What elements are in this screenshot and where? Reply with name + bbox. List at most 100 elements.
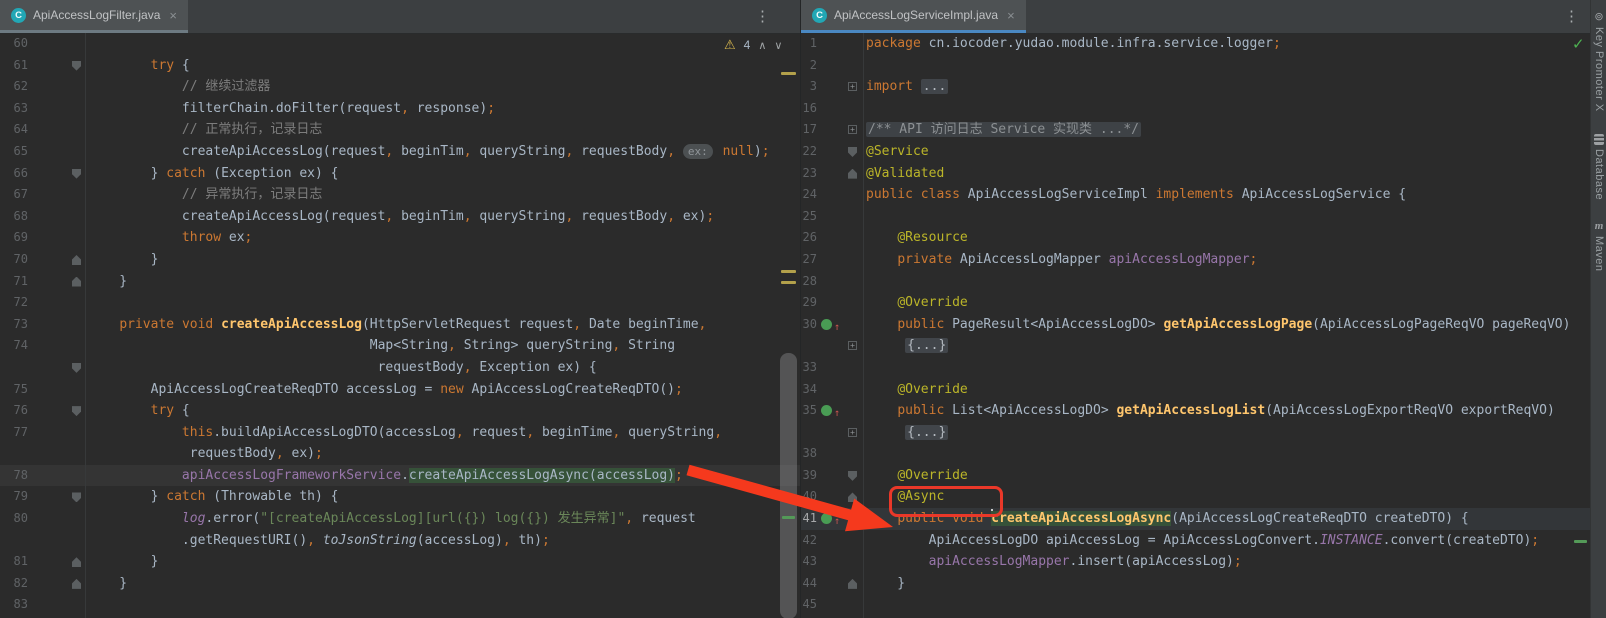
code-line[interactable]: 69 throw ex; <box>0 227 800 249</box>
fold-open-icon[interactable] <box>848 471 857 481</box>
fold-open-icon[interactable] <box>72 406 81 416</box>
line-number: 65 <box>0 141 28 163</box>
left-editor[interactable]: 6061 try {62 // 继续过滤器63 filterChain.doFi… <box>0 33 800 618</box>
code-line[interactable]: 77 this.buildApiAccessLogDTO(accessLog, … <box>0 422 800 444</box>
code-line[interactable]: 60 <box>0 33 800 55</box>
code-line[interactable]: 67 // 异常执行，记录日志 <box>0 184 800 206</box>
fold-open-icon[interactable] <box>72 169 81 179</box>
close-icon[interactable]: × <box>1007 8 1015 23</box>
fold-close-icon[interactable] <box>72 579 81 589</box>
fold-close-icon[interactable] <box>72 557 81 567</box>
code-text: ApiAccessLogDO apiAccessLog = ApiAccessL… <box>866 530 1539 552</box>
prev-warning-icon[interactable]: ∧ <box>758 39 766 52</box>
fold-expand-icon[interactable]: + <box>848 341 857 350</box>
code-line[interactable]: 43 apiAccessLogMapper.insert(apiAccessLo… <box>801 551 1591 573</box>
change-stripe-mark[interactable] <box>1574 540 1587 543</box>
tab-apiaccesslogserviceimpl[interactable]: C ApiAccessLogServiceImpl.java × <box>801 0 1026 30</box>
code-line[interactable]: 22@Service <box>801 141 1591 163</box>
code-line[interactable]: 23@Validated <box>801 163 1591 185</box>
code-line[interactable]: 34 @Override <box>801 379 1591 401</box>
code-line[interactable]: 78 apiAccessLogFrameworkService.createAp… <box>0 465 800 487</box>
code-line[interactable]: .getRequestURI(), toJsonString(accessLog… <box>0 530 800 552</box>
warning-stripe-mark[interactable] <box>781 270 796 273</box>
code-line[interactable]: 28 <box>801 271 1591 293</box>
code-line[interactable]: 61 try { <box>0 55 800 77</box>
code-line[interactable]: 65 createApiAccessLog(request, beginTim,… <box>0 141 800 163</box>
code-line[interactable]: 16 <box>801 98 1591 120</box>
code-line[interactable]: 38 <box>801 443 1591 465</box>
code-line[interactable]: 81 } <box>0 551 800 573</box>
code-token <box>866 554 929 569</box>
fold-open-icon[interactable] <box>848 147 857 157</box>
code-line[interactable]: 24public class ApiAccessLogServiceImpl i… <box>801 184 1591 206</box>
next-warning-icon[interactable]: ∨ <box>774 39 782 52</box>
code-line[interactable]: + {...} <box>801 335 1591 357</box>
code-token: , <box>503 533 519 548</box>
code-line[interactable]: 27 private ApiAccessLogMapper apiAccessL… <box>801 249 1591 271</box>
code-token: , <box>526 425 542 440</box>
code-line[interactable]: 2 <box>801 55 1591 77</box>
close-icon[interactable]: × <box>169 8 177 23</box>
fold-expand-icon[interactable]: + <box>848 428 857 437</box>
code-line[interactable]: 29 @Override <box>801 292 1591 314</box>
code-line[interactable]: 3+import ... <box>801 76 1591 98</box>
code-line[interactable]: 44 } <box>801 573 1591 595</box>
fold-close-icon[interactable] <box>72 277 81 287</box>
code-line[interactable]: + {...} <box>801 422 1591 444</box>
code-line[interactable]: 26 @Resource <box>801 227 1591 249</box>
code-line[interactable]: 66 } catch (Exception ex) { <box>0 163 800 185</box>
code-line[interactable]: 1package cn.iocoder.yudao.module.infra.s… <box>801 33 1591 55</box>
code-token: @Resource <box>897 230 967 245</box>
tool-item-maven[interactable]: m Maven <box>1591 220 1606 272</box>
inspection-widget[interactable]: ⚠ 4 ∧ ∨ <box>724 37 782 53</box>
fold-open-icon[interactable] <box>72 363 81 373</box>
override-method-icon[interactable] <box>821 319 832 330</box>
code-line[interactable]: 76 try { <box>0 400 800 422</box>
override-method-icon[interactable] <box>821 513 832 524</box>
code-line[interactable]: 73 private void createApiAccessLog(HttpS… <box>0 314 800 336</box>
fold-close-icon[interactable] <box>848 169 857 179</box>
more-icon[interactable]: ⋮ <box>1564 7 1579 25</box>
tool-item-key-promoter-x[interactable]: ⊚ Key Promoter X <box>1591 10 1606 112</box>
code-line[interactable]: 30↑ public PageResult<ApiAccessLogDO> ge… <box>801 314 1591 336</box>
code-line[interactable]: 83 <box>0 594 800 616</box>
scrollbar-thumb[interactable] <box>780 353 797 618</box>
code-line[interactable]: 64 // 正常执行，记录日志 <box>0 119 800 141</box>
fold-close-icon[interactable] <box>72 255 81 265</box>
code-line[interactable]: 74 Map<String, String> queryString, Stri… <box>0 335 800 357</box>
code-line[interactable]: 70 } <box>0 249 800 271</box>
code-line[interactable]: 45 <box>801 594 1591 616</box>
more-icon[interactable]: ⋮ <box>755 7 770 25</box>
warning-stripe-mark[interactable] <box>781 72 796 75</box>
fold-open-icon[interactable] <box>72 61 81 71</box>
code-line[interactable]: 25 <box>801 206 1591 228</box>
code-line[interactable]: 79 } catch (Throwable th) { <box>0 486 800 508</box>
right-editor[interactable]: 1package cn.iocoder.yudao.module.infra.s… <box>801 33 1591 618</box>
fold-open-icon[interactable] <box>72 492 81 502</box>
code-line[interactable]: 33 <box>801 357 1591 379</box>
code-line[interactable]: 82 } <box>0 573 800 595</box>
code-line[interactable]: 35↑ public List<ApiAccessLogDO> getApiAc… <box>801 400 1591 422</box>
code-line[interactable]: 80 log.error("[createApiAccessLog][url({… <box>0 508 800 530</box>
code-line[interactable]: 42 ApiAccessLogDO apiAccessLog = ApiAcce… <box>801 530 1591 552</box>
code-line[interactable]: 75 ApiAccessLogCreateReqDTO accessLog = … <box>0 379 800 401</box>
code-line[interactable]: 72 <box>0 292 800 314</box>
code-line[interactable]: 68 createApiAccessLog(request, beginTim,… <box>0 206 800 228</box>
tool-item-database[interactable]: Database <box>1591 134 1606 200</box>
code-line[interactable]: 62 // 继续过滤器 <box>0 76 800 98</box>
code-line[interactable]: requestBody, ex); <box>0 443 800 465</box>
fold-expand-icon[interactable]: + <box>848 82 857 91</box>
code-line[interactable]: 63 filterChain.doFilter(request, respons… <box>0 98 800 120</box>
change-stripe-mark[interactable] <box>782 516 795 519</box>
line-number: 16 <box>801 98 817 120</box>
fold-expand-icon[interactable]: + <box>848 125 857 134</box>
override-method-icon[interactable] <box>821 405 832 416</box>
fold-close-icon[interactable] <box>848 492 857 502</box>
code-line[interactable]: 71 } <box>0 271 800 293</box>
warning-stripe-mark[interactable] <box>781 281 796 284</box>
code-line[interactable]: 17+/** API 访问日志 Service 实现类 ...*/ <box>801 119 1591 141</box>
code-line[interactable]: requestBody, Exception ex) { <box>0 357 800 379</box>
fold-close-icon[interactable] <box>848 579 857 589</box>
code-line[interactable]: 39 @Override <box>801 465 1591 487</box>
tab-apiaccesslogfilter[interactable]: C ApiAccessLogFilter.java × <box>0 0 188 30</box>
